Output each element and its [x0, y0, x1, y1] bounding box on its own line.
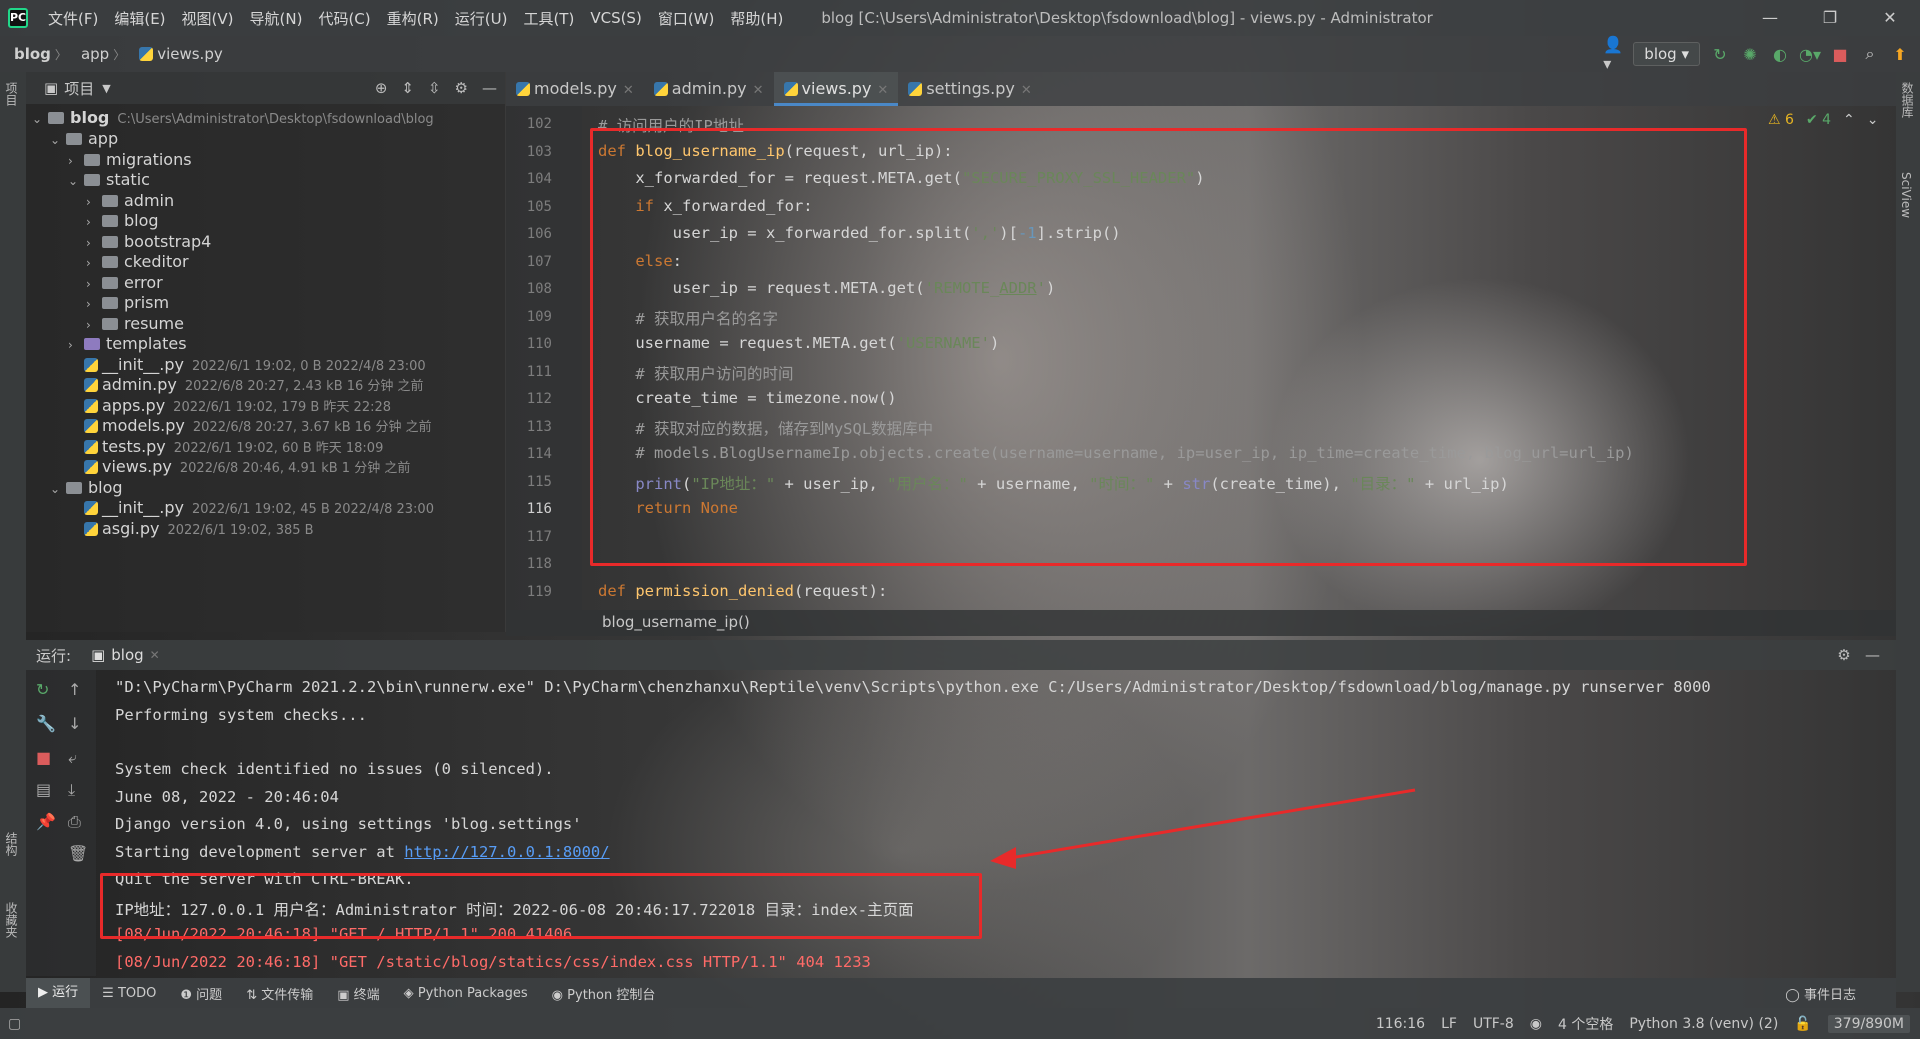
eye-icon[interactable]: ◉ [1530, 1016, 1542, 1032]
tab-todo-label: TODO [117, 985, 157, 1001]
tab-terminal-label: 终端 [353, 987, 380, 1003]
tab-todo[interactable]: ☰ TODO [90, 986, 168, 1001]
arrow-head [990, 847, 1016, 869]
indent-setting[interactable]: 4 个空格 [1558, 1014, 1613, 1034]
memory-indicator[interactable]: 379/890M [1827, 1014, 1910, 1033]
caret-position[interactable]: 116:16 [1376, 1016, 1425, 1032]
toggle-tool-windows-icon[interactable]: ▢ [8, 1016, 21, 1032]
tab-python-console[interactable]: ◉ Python 控制台 [540, 984, 668, 1003]
tab-run-label: 运行 [52, 985, 79, 1000]
annotation-arrow [990, 788, 1416, 869]
arrow-line [1009, 788, 1416, 860]
line-separator[interactable]: LF [1441, 1016, 1457, 1032]
event-log-label: 事件日志 [1803, 987, 1856, 1003]
tab-problems-label: 问题 [196, 987, 223, 1003]
file-encoding[interactable]: UTF-8 [1473, 1016, 1514, 1032]
event-log-button[interactable]: ◯ 事件日志 [1785, 984, 1856, 1003]
tab-terminal[interactable]: ▣ 终端 [325, 984, 391, 1003]
tab-python-packages[interactable]: ◈ Python Packages [392, 986, 540, 1001]
tab-python-packages-label: Python Packages [417, 985, 528, 1001]
tab-python-console-label: Python 控制台 [567, 987, 656, 1003]
tab-run[interactable]: ▶ 运行 [26, 978, 91, 1008]
status-bar: ▢ 116:16 LF UTF-8 ◉ 4 个空格 Python 3.8 (ve… [0, 1008, 1920, 1039]
python-interpreter[interactable]: Python 3.8 (venv) (2) [1629, 1016, 1778, 1032]
lock-icon[interactable]: 🔓 [1794, 1016, 1811, 1032]
tab-problems[interactable]: ❶ 问题 [168, 984, 234, 1003]
bottom-tool-tabs: ▶ 运行 ☰ TODO ❶ 问题 ⇅ 文件传输 ▣ 终端 ◈ Python Pa… [26, 978, 1896, 1008]
tab-file-transfer-label: 文件传输 [261, 987, 314, 1003]
tab-file-transfer[interactable]: ⇅ 文件传输 [234, 984, 325, 1003]
